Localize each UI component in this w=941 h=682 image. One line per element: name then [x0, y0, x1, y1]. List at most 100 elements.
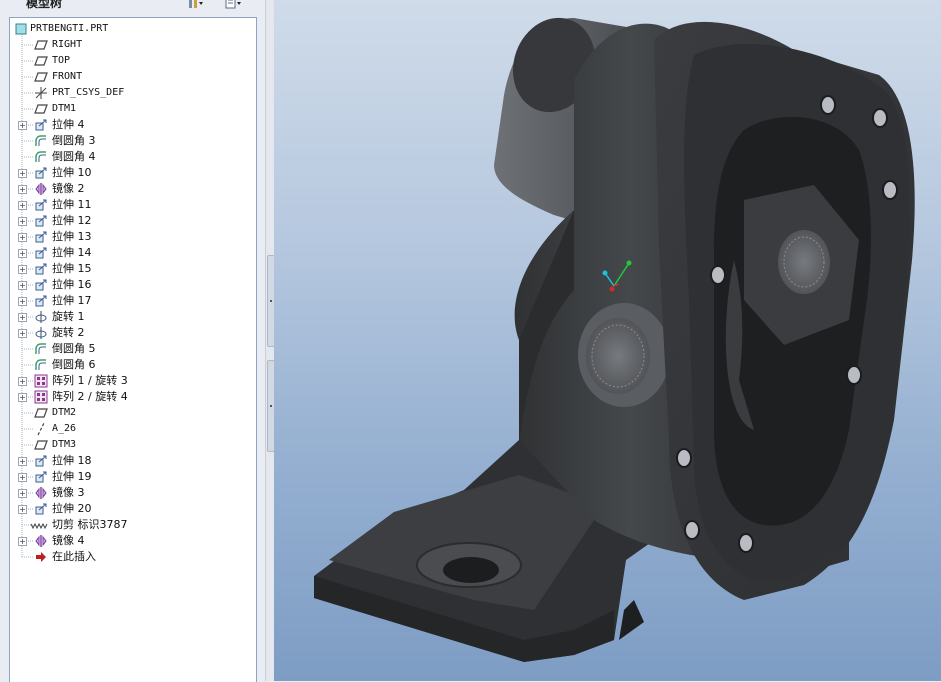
extrude-icon	[35, 295, 47, 307]
tree-item[interactable]: + 镜像 2	[10, 181, 256, 197]
part-icon	[15, 23, 27, 35]
tree-item[interactable]: + 拉伸 12	[10, 213, 256, 229]
expand-icon[interactable]: +	[18, 473, 27, 482]
expand-icon[interactable]: +	[18, 169, 27, 178]
model-tree[interactable]: PRTBENGTI.PRT RIGHT TOP FRONT PRT_CSYS_DEF DT…	[9, 17, 257, 682]
tree-item[interactable]: 切剪 标识3787	[10, 517, 256, 533]
extrude-icon	[35, 279, 47, 291]
datum-plane-icon	[34, 40, 48, 50]
tree-item-label: 拉伸 19	[52, 470, 92, 483]
tree-item-label: 拉伸 13	[52, 230, 92, 243]
tree-item[interactable]: + 镜像 4	[10, 533, 256, 549]
expand-icon[interactable]: +	[18, 457, 27, 466]
tree-item-label: 镜像 4	[52, 534, 85, 547]
extrude-icon	[35, 455, 47, 467]
tree-item[interactable]: TOP	[10, 53, 256, 69]
side-threaded-port	[578, 303, 670, 407]
tree-item[interactable]: RIGHT	[10, 37, 256, 53]
tree-item-label: 拉伸 18	[52, 454, 92, 467]
expand-icon[interactable]: +	[18, 489, 27, 498]
tree-item-label: 拉伸 20	[52, 502, 92, 515]
tree-item[interactable]: 在此插入	[10, 549, 256, 565]
tree-item-label: 拉伸 4	[52, 118, 85, 131]
tree-root-label: PRTBENGTI.PRT	[30, 23, 109, 34]
mirror-icon	[35, 487, 47, 499]
coordinate-system-icon	[35, 87, 47, 99]
expand-icon[interactable]: +	[18, 537, 27, 546]
tree-item[interactable]: + 阵列 1 / 旋转 3	[10, 373, 256, 389]
tree-item-label: 旋转 2	[52, 326, 85, 339]
round-icon	[35, 359, 46, 370]
expand-icon[interactable]: +	[18, 377, 27, 386]
expand-icon[interactable]: +	[18, 393, 27, 402]
tree-item[interactable]: + 拉伸 16	[10, 277, 256, 293]
expand-icon[interactable]: +	[18, 505, 27, 514]
expand-icon[interactable]: +	[18, 121, 27, 130]
tree-settings-icon[interactable]	[187, 0, 203, 10]
tree-item-label: 拉伸 15	[52, 262, 92, 275]
tree-item-label: DTM1	[52, 103, 77, 114]
tree-item-label: 拉伸 17	[52, 294, 92, 307]
tree-item-label: 拉伸 10	[52, 166, 92, 179]
expand-icon[interactable]: +	[18, 329, 27, 338]
tree-item-label: 切剪 标识3787	[52, 518, 128, 531]
tree-item[interactable]: FRONT	[10, 69, 256, 85]
expand-icon[interactable]: +	[18, 281, 27, 290]
extrude-icon	[35, 215, 47, 227]
datum-axis-icon	[37, 422, 45, 436]
tree-item[interactable]: + 拉伸 10	[10, 165, 256, 181]
graphics-viewport[interactable]	[274, 0, 941, 681]
show-menu-icon[interactable]	[225, 0, 241, 10]
expand-icon[interactable]: +	[18, 217, 27, 226]
expand-icon[interactable]: +	[18, 297, 27, 306]
datum-plane-icon	[34, 56, 48, 66]
expand-icon[interactable]: +	[18, 265, 27, 274]
extrude-icon	[35, 503, 47, 515]
expand-icon[interactable]: +	[18, 201, 27, 210]
tree-item[interactable]: DTM3	[10, 437, 256, 453]
tree-item[interactable]: + 拉伸 14	[10, 245, 256, 261]
extrude-icon	[35, 119, 47, 131]
tree-item[interactable]: 倒圆角 4	[10, 149, 256, 165]
tree-item-label: 旋转 1	[52, 310, 85, 323]
tree-item[interactable]: A_26	[10, 421, 256, 437]
tree-item[interactable]: + 拉伸 20	[10, 501, 256, 517]
tree-item[interactable]: 倒圆角 3	[10, 133, 256, 149]
tree-item[interactable]: + 拉伸 11	[10, 197, 256, 213]
tree-item-label: 倒圆角 5	[52, 342, 96, 355]
expand-icon[interactable]: +	[18, 249, 27, 258]
tree-item-label: 拉伸 12	[52, 214, 92, 227]
extrude-icon	[35, 167, 47, 179]
tree-item[interactable]: + 阵列 2 / 旋转 4	[10, 389, 256, 405]
tree-item[interactable]: 倒圆角 6	[10, 357, 256, 373]
tree-item[interactable]: + 拉伸 13	[10, 229, 256, 245]
tree-item[interactable]: + 拉伸 18	[10, 453, 256, 469]
tree-item[interactable]: + 拉伸 17	[10, 293, 256, 309]
tree-item[interactable]: + 拉伸 4	[10, 117, 256, 133]
tree-item[interactable]: + 镜像 3	[10, 485, 256, 501]
expand-icon[interactable]: +	[18, 233, 27, 242]
tree-item[interactable]: DTM2	[10, 405, 256, 421]
extrude-icon	[35, 471, 47, 483]
model-render[interactable]	[274, 0, 941, 681]
extrude-icon	[35, 231, 47, 243]
tree-item[interactable]: DTM1	[10, 101, 256, 117]
tree-item[interactable]: + 拉伸 19	[10, 469, 256, 485]
tree-item-label: 在此插入	[52, 550, 96, 563]
tree-item-label: 倒圆角 3	[52, 134, 96, 147]
expand-icon[interactable]: +	[18, 313, 27, 322]
tree-item[interactable]: + 旋转 1	[10, 309, 256, 325]
round-icon	[35, 343, 46, 354]
tree-item-label: A_26	[52, 423, 77, 434]
tree-item[interactable]: 倒圆角 5	[10, 341, 256, 357]
insert-here-arrow-icon	[36, 552, 46, 562]
tree-item[interactable]: + 拉伸 15	[10, 261, 256, 277]
tree-item[interactable]: + 旋转 2	[10, 325, 256, 341]
tree-root-part[interactable]: PRTBENGTI.PRT	[10, 21, 256, 37]
expand-icon[interactable]: +	[18, 185, 27, 194]
mirror-icon	[35, 535, 47, 547]
tree-item[interactable]: PRT_CSYS_DEF	[10, 85, 256, 101]
round-icon	[35, 151, 46, 162]
tree-item-label: 拉伸 11	[52, 198, 92, 211]
extrude-icon	[35, 199, 47, 211]
